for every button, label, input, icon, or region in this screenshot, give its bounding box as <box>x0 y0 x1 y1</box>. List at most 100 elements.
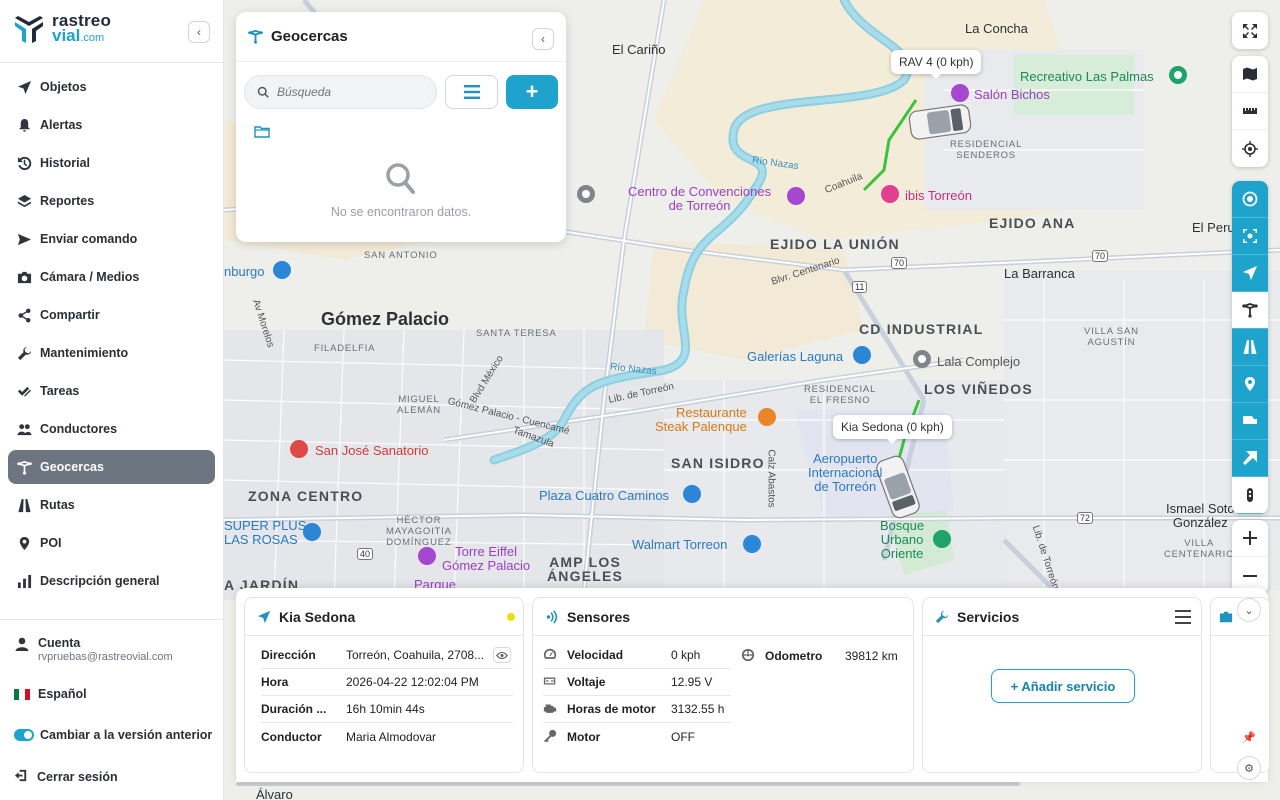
switch-version-toggle[interactable]: Cambiar a la versión anterior <box>14 728 212 742</box>
sensor-key: Voltaje <box>567 675 606 689</box>
search-input[interactable] <box>277 85 417 99</box>
map-label: El Peru <box>1192 220 1235 235</box>
locate-me-button[interactable] <box>1232 130 1268 167</box>
fullscreen-button[interactable] <box>1232 12 1268 49</box>
plus-icon <box>1243 531 1257 545</box>
map-label: AMP LOS ÁNGELES <box>547 554 624 584</box>
geofence-icon <box>248 29 263 44</box>
collapse-panel-button[interactable]: ⌄ <box>1237 598 1261 622</box>
horizontal-scrollbar[interactable] <box>236 782 1020 786</box>
menu-list-icon[interactable] <box>1175 610 1191 624</box>
sidebar-item-compartir[interactable]: Compartir <box>8 298 215 332</box>
ruler-button[interactable] <box>1232 93 1268 130</box>
map-layers-button[interactable] <box>1232 56 1268 93</box>
toggle-fit-button[interactable] <box>1232 218 1268 255</box>
highway-shield: 70 <box>891 257 908 269</box>
menu-list-icon <box>463 85 480 99</box>
toggle-clusters-button[interactable] <box>1232 181 1268 218</box>
vehicle-card: Kia Sedona Dirección Torreón, Coahuila, 2… <box>244 597 524 773</box>
sidebar-item-descripción-general[interactable]: Descripción general <box>8 564 215 598</box>
map-label: CD INDUSTRIAL <box>859 321 984 337</box>
route-icon <box>16 497 32 513</box>
sensor-key: Motor <box>567 729 601 744</box>
sensor-row: Odometro 39812 km <box>741 642 907 669</box>
map-label: ibis Torreón <box>905 188 972 203</box>
account-email: rvpruebas@rastreovial.com <box>38 651 173 663</box>
collapse-sidebar-button[interactable]: ‹ <box>188 21 210 43</box>
search-field[interactable] <box>244 75 437 109</box>
sidebar-item-geocercas[interactable]: Geocercas <box>8 450 215 484</box>
map-label: Calz Abastos <box>765 449 777 508</box>
sidebar-item-rutas[interactable]: Rutas <box>8 488 215 522</box>
minus-icon <box>1243 574 1257 577</box>
vehicle-info-row: Duración ... 16h 10min 44s <box>261 696 513 723</box>
sidebar-item-conductores[interactable]: Conductores <box>8 412 215 446</box>
sidebar-item-mantenimiento[interactable]: Mantenimiento <box>8 336 215 370</box>
folder-icon[interactable] <box>254 125 270 143</box>
collapse-panel-button[interactable]: ‹ <box>532 28 554 50</box>
info-key: Conductor <box>261 729 322 744</box>
brand-logo[interactable]: rastreo vial.com <box>12 12 111 46</box>
next-card-partial <box>1210 597 1270 773</box>
toggle-geofences-button[interactable] <box>1232 292 1268 329</box>
map-label: Lala Complejo <box>937 354 1021 369</box>
empty-state: No se encontraron datos. <box>236 162 566 219</box>
sensor-rows-right: Odometro 39812 km <box>741 642 907 669</box>
vehicle-info-row: Hora 2026-04-22 12:02:04 PM <box>261 669 513 696</box>
sidebar-item-reportes[interactable]: Reportes <box>8 184 215 218</box>
layers-icon <box>16 193 32 209</box>
vehicle-name: Kia Sedona <box>279 608 356 625</box>
account-item[interactable]: Cuenta rvpruebas@rastreovial.com <box>14 636 173 663</box>
toggle-traffic-button[interactable] <box>1232 403 1268 440</box>
eye-icon[interactable] <box>493 647 511 663</box>
list-view-button[interactable] <box>445 75 498 109</box>
settings-button[interactable]: ⚙ <box>1237 756 1261 780</box>
add-geofence-button[interactable]: + <box>506 75 558 109</box>
layer-toggles-group <box>1232 181 1268 514</box>
speedometer-icon <box>543 647 559 663</box>
map-label: SAN ANTONIO <box>364 250 438 261</box>
sidebar-item-objetos[interactable]: Objetos <box>8 70 215 104</box>
add-service-button[interactable]: + Añadir servicio <box>991 669 1135 703</box>
key-icon <box>543 729 559 745</box>
sidebar-item-historial[interactable]: Historial <box>8 146 215 180</box>
vehicle-tooltip-kia-sedona[interactable]: Kia Sedona (0 kph) <box>833 415 952 444</box>
toggle-objects-button[interactable] <box>1232 255 1268 292</box>
toggle-routes-button[interactable] <box>1232 329 1268 366</box>
sidebar-item-enviar-comando[interactable]: Enviar comando <box>8 222 215 256</box>
vehicle-tooltip-rav4[interactable]: RAV 4 (0 kph) <box>891 50 982 79</box>
logout-button[interactable]: Cerrar sesión <box>14 768 118 786</box>
traffic-icon <box>1243 416 1257 424</box>
language-selector[interactable]: Español <box>14 687 87 701</box>
navigation-arrow-icon <box>257 610 271 623</box>
sensor-key: Odometro <box>765 648 823 663</box>
sensor-value: OFF <box>671 729 695 744</box>
pin-button[interactable]: 📌 <box>1237 725 1261 749</box>
sidebar-item-tareas[interactable]: Tareas <box>8 374 215 408</box>
zoom-in-button[interactable] <box>1232 520 1268 557</box>
sidebar: rastreo vial.com ‹ Objetos Alertas Histori… <box>0 0 224 800</box>
map-label: VILLA CENTENARIO <box>1164 538 1235 560</box>
arrow-up-right-icon <box>1243 451 1257 465</box>
sidebar-item-label: Reportes <box>40 194 95 208</box>
sidebar-item-alertas[interactable]: Alertas <box>8 108 215 142</box>
highway-shield: 72 <box>1077 512 1094 524</box>
map-label: La Barranca <box>1004 266 1075 281</box>
sidebar-item-label: Cámara / Medios <box>40 270 140 284</box>
highway-shield: 11 <box>852 281 868 293</box>
toggle-poi-button[interactable] <box>1232 366 1268 403</box>
app-root: El Cariño La Concha Recreativo Las Palma… <box>0 0 1280 800</box>
toggle-street-view-button[interactable] <box>1232 477 1268 514</box>
sensor-key: Velocidad <box>567 648 624 662</box>
map-label: Centro de Convenciones de Torreón <box>628 184 772 213</box>
wrench-icon <box>935 610 949 623</box>
sidebar-item-poi[interactable]: POI <box>8 526 215 560</box>
navigation-arrow-icon <box>1243 266 1257 280</box>
sidebar-item-cámara-medios[interactable]: Cámara / Medios <box>8 260 215 294</box>
sidebar-item-label: Objetos <box>40 80 87 94</box>
map-label: VILLA SAN AGUSTÍN <box>1084 326 1139 348</box>
map-label: nburgo <box>224 264 265 279</box>
toggle-tails-button[interactable] <box>1232 440 1268 477</box>
main-menu: Objetos Alertas Historial Reportes Enviar co… <box>8 70 215 602</box>
bar-chart-icon <box>16 573 32 589</box>
